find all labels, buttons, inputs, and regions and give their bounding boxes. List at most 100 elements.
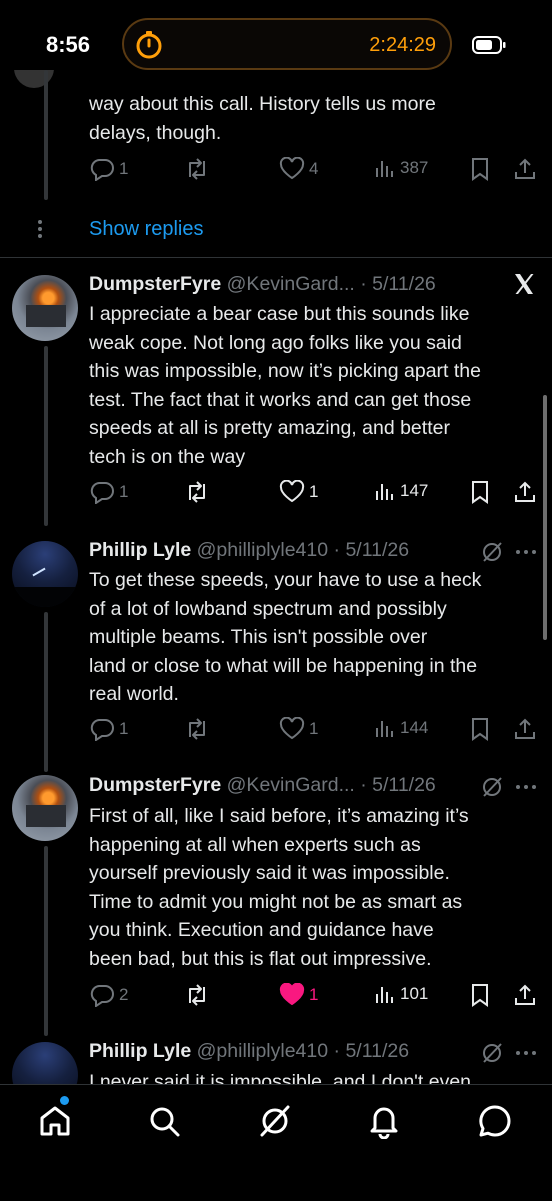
like-button[interactable]: 1 <box>279 717 318 741</box>
views-count: 101 <box>400 984 429 1003</box>
reply-icon <box>90 159 114 181</box>
action-bar: 1 1 147 <box>89 480 539 506</box>
views-button[interactable]: 147 <box>374 480 428 502</box>
messages-icon[interactable] <box>477 1103 513 1139</box>
bookmark-button[interactable] <box>470 157 490 181</box>
reply-button[interactable]: 1 <box>89 157 128 181</box>
share-button[interactable] <box>513 157 537 181</box>
grok-tab-icon[interactable] <box>257 1103 293 1139</box>
bottom-tab-bar <box>0 1084 552 1201</box>
grok-icon[interactable] <box>480 775 504 799</box>
divider <box>0 257 552 258</box>
views-button[interactable]: 144 <box>374 717 428 739</box>
text-line: been bad, but this is flat out impressiv… <box>89 947 432 970</box>
bookmark-button[interactable] <box>470 480 490 504</box>
more-options-icon[interactable] <box>514 784 538 790</box>
clipped-text <box>89 70 529 84</box>
bookmark-button[interactable] <box>470 717 490 741</box>
views-button[interactable]: 101 <box>374 983 428 1005</box>
reply-button[interactable]: 1 <box>89 717 128 741</box>
repost-icon <box>189 158 205 180</box>
views-icon <box>376 987 393 1003</box>
tweet-text: way about this call. History tells us mo… <box>89 90 529 147</box>
x-logo-icon <box>515 274 534 294</box>
bookmark-icon <box>472 984 488 1007</box>
more-options-icon[interactable] <box>514 549 538 555</box>
text-line: real world. <box>89 683 179 705</box>
views-count: 387 <box>400 158 429 177</box>
home-icon[interactable] <box>37 1103 73 1139</box>
grok-icon[interactable] <box>480 540 504 564</box>
tweet-header: DumpsterFyre @KevinGard... · 5/11/26 <box>89 273 436 296</box>
share-button[interactable] <box>513 983 537 1007</box>
text-line: test. The fact that it works and can get… <box>89 388 472 411</box>
tweet-text: First of all, like I said before, it’s a… <box>89 802 529 973</box>
tweet-header: DumpsterFyre @KevinGard... · 5/11/26 <box>89 774 436 797</box>
avatar[interactable] <box>12 775 78 841</box>
show-replies-link[interactable]: Show replies <box>89 218 204 241</box>
reply-icon <box>90 719 114 741</box>
views-icon <box>376 484 393 500</box>
avatar-partial[interactable] <box>14 70 54 90</box>
avatar[interactable] <box>12 275 78 341</box>
action-bar: 1 1 144 <box>89 717 539 743</box>
more-options-icon[interactable] <box>514 1050 538 1056</box>
text-line: speeds at all is pretty amazing, and bet… <box>89 417 450 439</box>
text-line: yourself previously said it was impossib… <box>89 862 450 884</box>
text-line: you think. Execution and guidance have <box>89 919 434 941</box>
text-line: Time to admit you might not be as smart … <box>89 890 463 913</box>
like-button[interactable]: 1 <box>279 983 318 1007</box>
status-time: 8:56 <box>46 32 91 57</box>
tweet-text: To get these speeds, your have to use a … <box>89 566 529 709</box>
repost-button[interactable] <box>184 983 210 1007</box>
thread-line <box>44 612 48 772</box>
text-line: To get these speeds, your have to use a … <box>89 569 482 591</box>
bookmark-button[interactable] <box>470 983 490 1007</box>
grok-icon[interactable] <box>480 1041 504 1065</box>
display-name[interactable]: DumpsterFyre <box>89 273 221 295</box>
text-line: First of all, like I said before, it’s a… <box>89 805 469 827</box>
user-handle[interactable]: @KevinGard... <box>227 273 355 295</box>
repost-button[interactable] <box>184 717 210 741</box>
text-line: weak cope. Not long ago folks like you s… <box>89 331 462 354</box>
heart-filled-icon <box>279 983 305 1006</box>
repost-icon <box>189 481 205 503</box>
repost-button[interactable] <box>184 480 210 504</box>
views-count: 144 <box>400 718 429 737</box>
bookmark-icon <box>472 718 488 741</box>
scrollbar[interactable] <box>543 395 547 640</box>
reply-button[interactable]: 1 <box>89 480 128 504</box>
action-bar: 2 1 101 <box>89 983 539 1009</box>
text-line: land or close to what will be happening … <box>89 654 478 677</box>
timer-pill[interactable]: 2:24:29 <box>122 18 452 70</box>
user-handle[interactable]: @philliplyle410 <box>197 1040 328 1062</box>
like-button[interactable]: 1 <box>279 480 318 504</box>
reply-button[interactable]: 2 <box>89 983 128 1007</box>
thread-line <box>44 846 48 1036</box>
share-icon <box>515 718 535 739</box>
share-button[interactable] <box>513 717 537 741</box>
action-bar: 1 4 387 <box>89 157 539 183</box>
search-icon[interactable] <box>146 1103 182 1139</box>
like-count: 4 <box>309 159 319 178</box>
display-name[interactable]: Phillip Lyle <box>89 539 191 561</box>
avatar[interactable] <box>12 541 78 607</box>
display-name[interactable]: DumpsterFyre <box>89 774 221 796</box>
more-dots-icon <box>38 220 42 238</box>
repost-button[interactable] <box>184 157 210 181</box>
like-button[interactable]: 4 <box>279 157 318 181</box>
reply-icon <box>90 482 114 504</box>
text-line: this was impossible, now it’s picking ap… <box>89 360 481 382</box>
text-line: multiple beams. This isn't possible over <box>89 626 428 648</box>
notifications-icon[interactable] <box>366 1103 402 1139</box>
timer-text: 2:24:29 <box>369 34 436 56</box>
home-notification-dot <box>60 1096 69 1105</box>
display-name[interactable]: Phillip Lyle <box>89 1040 191 1062</box>
share-button[interactable] <box>513 480 537 504</box>
tweet-date: · 5/11/26 <box>333 1040 410 1062</box>
views-button[interactable]: 387 <box>374 157 428 179</box>
user-handle[interactable]: @KevinGard... <box>227 774 355 796</box>
tweet-text: I appreciate a bear case but this sounds… <box>89 300 529 471</box>
user-handle[interactable]: @philliplyle410 <box>197 539 328 561</box>
thread-line <box>44 346 48 526</box>
